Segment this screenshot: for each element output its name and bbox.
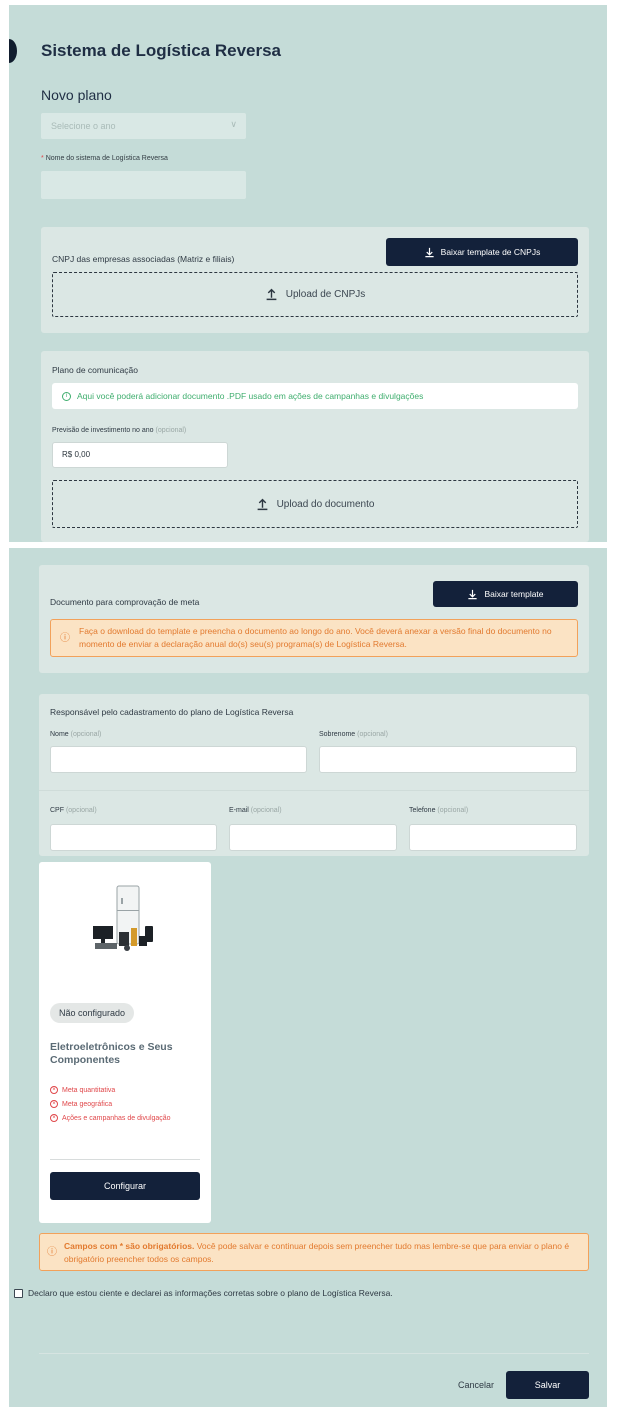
requirement-campaigns: × Ações e campanhas de divulgação (50, 1114, 171, 1122)
info-circle-icon: ⓘ (47, 1247, 57, 1258)
electronics-illustration (93, 885, 153, 951)
chevron-down-icon: ∨ (230, 119, 237, 129)
download-cnpj-template-button[interactable]: Baixar template de CNPJs (386, 238, 578, 266)
communication-info-banner: i Aqui você poderá adicionar documento .… (52, 383, 578, 409)
info-circle-icon: i (62, 391, 71, 401)
goal-document-panel: Documento para comprovação de meta Baixa… (39, 565, 589, 673)
goal-document-warning-text: Faça o download do template e preencha o… (79, 626, 552, 649)
investment-label-text: Previsão de investimento no ano (52, 427, 154, 434)
cpf-optional: (opcional) (65, 807, 97, 814)
requirement-campaigns-text: Ações e campanhas de divulgação (62, 1114, 171, 1122)
x-circle-icon: × (50, 1100, 58, 1108)
system-name-label-text: Nome do sistema de Logística Reversa (45, 155, 168, 162)
download-template-button[interactable]: Baixar template (433, 581, 578, 607)
requirement-quantitative-text: Meta quantitativa (62, 1086, 116, 1094)
download-icon (425, 247, 434, 257)
cnpj-panel: CNPJ das empresas associadas (Matriz e f… (41, 227, 589, 333)
system-name-input[interactable] (41, 171, 246, 199)
responsible-label: Responsável pelo cadastramento do plano … (50, 707, 294, 717)
x-circle-icon: × (50, 1114, 58, 1122)
responsible-panel: Responsável pelo cadastramento do plano … (39, 694, 589, 856)
upload-icon (257, 498, 267, 510)
cpf-label: CPF (opcional) (50, 807, 97, 814)
required-mark: * (41, 155, 44, 162)
responsible-divider (39, 790, 589, 791)
last-name-label-text: Sobrenome (319, 731, 356, 738)
goal-document-warning: ⓘ Faça o download do template e preencha… (50, 619, 578, 657)
back-button[interactable] (9, 39, 17, 63)
save-button[interactable]: Salvar (506, 1371, 589, 1399)
last-name-optional: (opcional) (357, 731, 388, 738)
first-name-optional: (opcional) (70, 731, 102, 738)
category-title: Eletroeletrônicos e Seus Componentes (50, 1041, 173, 1066)
declaration-row: Declaro que estou ciente e declarei as i… (14, 1288, 393, 1298)
cancel-button[interactable]: Cancelar (458, 1380, 494, 1390)
system-name-label: * Nome do sistema de Logística Reversa (41, 155, 168, 162)
form-bottom-segment: Documento para comprovação de meta Baixa… (9, 548, 607, 1407)
declaration-checkbox[interactable] (14, 1288, 23, 1298)
communication-info-text: Aqui você poderá adicionar documento .PD… (77, 391, 424, 401)
required-fields-warning: ⓘ Campos com * são obrigatórios. Você po… (39, 1233, 589, 1271)
email-optional: (opcional) (250, 807, 282, 814)
email-label-text: E-mail (229, 807, 249, 814)
download-icon (468, 589, 478, 599)
first-name-label: Nome (opcional) (50, 731, 101, 738)
phone-input[interactable] (409, 824, 577, 851)
declaration-text: Declaro que estou ciente e declarei as i… (28, 1288, 393, 1298)
phone-optional: (opcional) (437, 807, 469, 814)
footer-divider (39, 1353, 589, 1354)
phone-label: Telefone (opcional) (409, 807, 468, 814)
phone-label-text: Telefone (409, 807, 436, 814)
card-divider (50, 1159, 200, 1160)
page-subtitle: Novo plano (41, 87, 112, 103)
x-circle-icon: × (50, 1086, 58, 1094)
investment-input[interactable]: R$ 0,00 (52, 442, 228, 468)
category-card: Não configurado Eletroeletrônicos e Seus… (39, 862, 211, 1223)
required-fields-warning-bold: Campos com * são obrigatórios. (64, 1241, 195, 1251)
upload-cnpj-label: Upload de CNPJs (285, 289, 366, 300)
investment-optional: (opcional) (155, 427, 187, 434)
last-name-label: Sobrenome (opcional) (319, 731, 388, 738)
communication-label: Plano de comunicação (52, 365, 139, 375)
upload-document-dropzone[interactable]: Upload do documento (52, 480, 578, 528)
email-input[interactable] (229, 824, 397, 851)
upload-cnpj-dropzone[interactable]: Upload de CNPJs (52, 272, 578, 317)
download-cnpj-template-label: Baixar template de CNPJs (440, 247, 541, 257)
goal-document-label: Documento para comprovação de meta (50, 597, 200, 607)
cpf-input[interactable] (50, 824, 217, 851)
first-name-input[interactable] (50, 746, 307, 773)
requirement-quantitative: × Meta quantitativa (50, 1086, 115, 1094)
form-top-segment: Sistema de Logística Reversa Novo plano … (9, 5, 607, 542)
requirement-geographic: × Meta geográfica (50, 1100, 112, 1108)
cpf-label-text: CPF (50, 807, 64, 814)
first-name-label-text: Nome (50, 731, 69, 738)
year-select-placeholder: Selecione o ano (51, 121, 116, 131)
cnpj-label: CNPJ das empresas associadas (Matriz e f… (52, 254, 235, 264)
communication-panel: Plano de comunicação i Aqui você poderá … (41, 351, 589, 542)
last-name-input[interactable] (319, 746, 577, 773)
requirement-geographic-text: Meta geográfica (62, 1100, 113, 1108)
year-select[interactable]: Selecione o ano ∨ (41, 113, 246, 139)
status-badge: Não configurado (50, 1003, 135, 1023)
upload-document-label: Upload do documento (276, 498, 375, 510)
page-title: Sistema de Logística Reversa (41, 41, 282, 60)
email-label: E-mail (opcional) (229, 807, 282, 814)
info-circle-icon: ⓘ (60, 633, 70, 644)
investment-label: Previsão de investimento no ano (opciona… (52, 427, 186, 434)
upload-icon (266, 288, 277, 301)
download-template-label: Baixar template (484, 589, 544, 599)
configure-button[interactable]: Configurar (50, 1172, 200, 1200)
